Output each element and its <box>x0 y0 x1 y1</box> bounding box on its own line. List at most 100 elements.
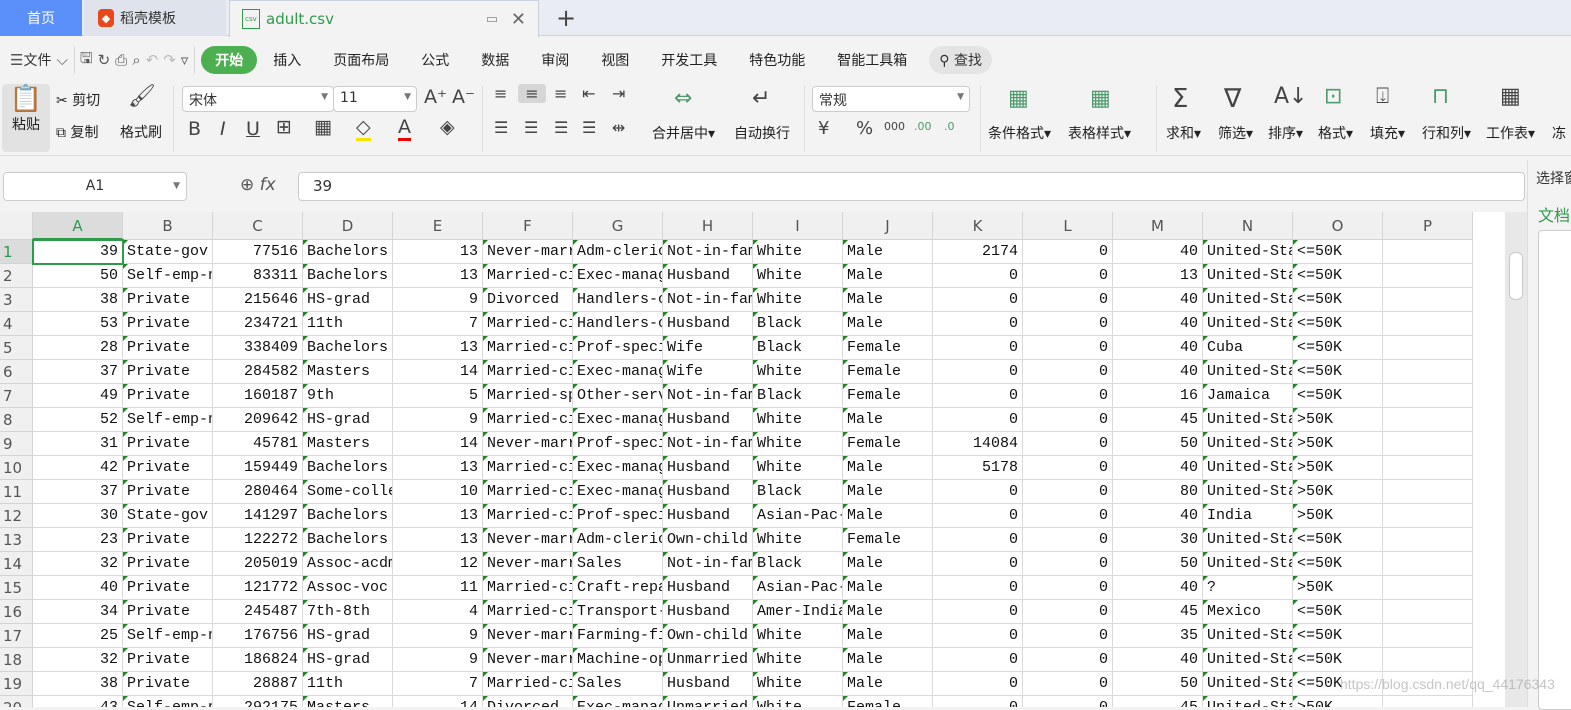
align-bottom-icon[interactable]: ≡ <box>554 84 567 103</box>
cell-L10[interactable]: 0 <box>1023 456 1113 480</box>
cell-F13[interactable]: Never-married <box>483 528 573 552</box>
cell-I19[interactable]: White <box>753 672 843 696</box>
cell-P20[interactable] <box>1383 696 1473 707</box>
cell-A4[interactable]: 53 <box>33 312 123 336</box>
close-tab-icon[interactable]: ✕ <box>511 9 526 30</box>
cell-D20[interactable]: Masters <box>303 696 393 707</box>
cell-H1[interactable]: Not-in-family <box>663 240 753 264</box>
cell-H11[interactable]: Husband <box>663 480 753 504</box>
cell-M7[interactable]: 16 <box>1113 384 1203 408</box>
cell-N15[interactable]: ? <box>1203 576 1293 600</box>
cell-D2[interactable]: Bachelors <box>303 264 393 288</box>
cell-E6[interactable]: 14 <box>393 360 483 384</box>
cell-N2[interactable]: United-States <box>1203 264 1293 288</box>
cell-B4[interactable]: Private <box>123 312 213 336</box>
cell-D12[interactable]: Bachelors <box>303 504 393 528</box>
cell-A12[interactable]: 30 <box>33 504 123 528</box>
cell-B15[interactable]: Private <box>123 576 213 600</box>
cell-F1[interactable]: Never-married <box>483 240 573 264</box>
cell-L7[interactable]: 0 <box>1023 384 1113 408</box>
cell-H17[interactable]: Own-child <box>663 624 753 648</box>
cell-H8[interactable]: Husband <box>663 408 753 432</box>
column-header-L[interactable]: L <box>1023 212 1113 240</box>
column-header-H[interactable]: H <box>663 212 753 240</box>
cell-K16[interactable]: 0 <box>933 600 1023 624</box>
cell-H12[interactable]: Husband <box>663 504 753 528</box>
menu-review[interactable]: 审阅 <box>525 50 585 70</box>
cell-C8[interactable]: 209642 <box>213 408 303 432</box>
cell-I12[interactable]: Asian-Pac-Islander <box>753 504 843 528</box>
cell-F2[interactable]: Married-civ-spouse <box>483 264 573 288</box>
row-header-13[interactable]: 13 <box>0 528 33 552</box>
cell-G14[interactable]: Sales <box>573 552 663 576</box>
format-painter-button[interactable]: 格式刷 <box>120 122 162 142</box>
cell-N16[interactable]: Mexico <box>1203 600 1293 624</box>
cell-O5[interactable]: <=50K <box>1293 336 1383 360</box>
cell-P14[interactable] <box>1383 552 1473 576</box>
cell-G9[interactable]: Prof-specialty <box>573 432 663 456</box>
cut-button[interactable]: ✂ 剪切 <box>56 90 100 110</box>
cell-A20[interactable]: 43 <box>33 696 123 707</box>
cell-O13[interactable]: <=50K <box>1293 528 1383 552</box>
cell-B18[interactable]: Private <box>123 648 213 672</box>
cell-J17[interactable]: Male <box>843 624 933 648</box>
menu-page-layout[interactable]: 页面布局 <box>317 50 405 70</box>
cell-C19[interactable]: 28887 <box>213 672 303 696</box>
cell-C17[interactable]: 176756 <box>213 624 303 648</box>
column-header-B[interactable]: B <box>123 212 213 240</box>
row-header-16[interactable]: 16 <box>0 600 33 624</box>
cell-G4[interactable]: Handlers-cleaners <box>573 312 663 336</box>
cell-D16[interactable]: 7th-8th <box>303 600 393 624</box>
cell-A5[interactable]: 28 <box>33 336 123 360</box>
cell-N9[interactable]: United-States <box>1203 432 1293 456</box>
cell-N3[interactable]: United-States <box>1203 288 1293 312</box>
cell-B10[interactable]: Private <box>123 456 213 480</box>
cell-H6[interactable]: Wife <box>663 360 753 384</box>
cell-D18[interactable]: HS-grad <box>303 648 393 672</box>
cell-I6[interactable]: White <box>753 360 843 384</box>
cell-P6[interactable] <box>1383 360 1473 384</box>
cell-F19[interactable]: Married-civ-spouse <box>483 672 573 696</box>
print-preview-icon[interactable]: ⌕ <box>132 51 140 69</box>
cell-K15[interactable]: 0 <box>933 576 1023 600</box>
cell-K18[interactable]: 0 <box>933 648 1023 672</box>
cell-C2[interactable]: 83311 <box>213 264 303 288</box>
cell-F8[interactable]: Married-civ-spouse <box>483 408 573 432</box>
row-col-icon[interactable]: ⊓ <box>1432 84 1449 109</box>
increase-font-icon[interactable]: A⁺ <box>424 86 447 108</box>
cell-H3[interactable]: Not-in-family <box>663 288 753 312</box>
cell-D4[interactable]: 11th <box>303 312 393 336</box>
print-icon[interactable]: ⎙ <box>115 51 127 69</box>
cell-C12[interactable]: 141297 <box>213 504 303 528</box>
cell-A10[interactable]: 42 <box>33 456 123 480</box>
decrease-font-icon[interactable]: A⁻ <box>452 86 475 108</box>
cell-D6[interactable]: Masters <box>303 360 393 384</box>
cell-A14[interactable]: 32 <box>33 552 123 576</box>
cell-I3[interactable]: White <box>753 288 843 312</box>
cell-P12[interactable] <box>1383 504 1473 528</box>
cell-N12[interactable]: India <box>1203 504 1293 528</box>
cell-B13[interactable]: Private <box>123 528 213 552</box>
cell-O10[interactable]: >50K <box>1293 456 1383 480</box>
cell-B14[interactable]: Private <box>123 552 213 576</box>
column-header-N[interactable]: N <box>1203 212 1293 240</box>
cell-G10[interactable]: Exec-managerial <box>573 456 663 480</box>
font-select[interactable]: 宋体 ▼ <box>182 86 334 112</box>
cell-A11[interactable]: 37 <box>33 480 123 504</box>
cell-P7[interactable] <box>1383 384 1473 408</box>
cell-J3[interactable]: Male <box>843 288 933 312</box>
cell-L14[interactable]: 0 <box>1023 552 1113 576</box>
cell-J4[interactable]: Male <box>843 312 933 336</box>
cell-A13[interactable]: 23 <box>33 528 123 552</box>
cell-N1[interactable]: United-States <box>1203 240 1293 264</box>
cell-N10[interactable]: United-States <box>1203 456 1293 480</box>
row-header-7[interactable]: 7 <box>0 384 33 408</box>
cell-D8[interactable]: HS-grad <box>303 408 393 432</box>
cell-H14[interactable]: Not-in-family <box>663 552 753 576</box>
cell-M5[interactable]: 40 <box>1113 336 1203 360</box>
cell-M3[interactable]: 40 <box>1113 288 1203 312</box>
cell-H9[interactable]: Not-in-family <box>663 432 753 456</box>
cell-C9[interactable]: 45781 <box>213 432 303 456</box>
cell-M18[interactable]: 40 <box>1113 648 1203 672</box>
new-tab-button[interactable]: + <box>556 4 576 32</box>
